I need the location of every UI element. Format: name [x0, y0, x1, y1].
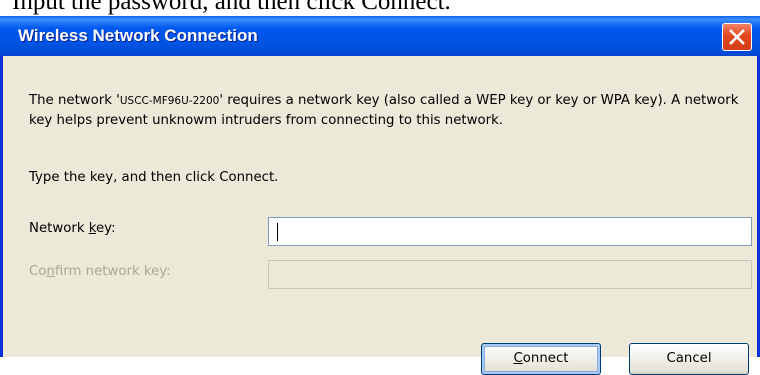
network-key-message: The network 'USCC-MF96U-2200' requires a…	[29, 91, 749, 130]
network-key-label-post: ey:	[95, 221, 116, 236]
close-button[interactable]	[722, 23, 752, 51]
confirm-key-label-accel: n	[46, 264, 55, 279]
text-caret	[277, 223, 278, 241]
network-key-input[interactable]	[269, 218, 751, 245]
caption-text: Input the password, and then click Conne…	[12, 0, 451, 15]
connect-label-accel: C	[513, 351, 523, 366]
confirm-key-label-pre: Co	[29, 264, 47, 279]
instruction-text: Type the key, and then click Connect.	[29, 170, 279, 185]
page-caption: Input the password, and then click Conne…	[0, 0, 760, 16]
message-prefix: The network '	[29, 93, 120, 108]
confirm-key-label: Confirm network key:	[29, 264, 171, 279]
window-title: Wireless Network Connection	[18, 26, 258, 45]
network-key-field[interactable]	[268, 217, 752, 246]
confirm-key-field	[268, 260, 752, 289]
network-key-label-accel: k	[88, 221, 96, 236]
confirm-key-label-post: firm network key:	[54, 264, 171, 279]
cancel-button[interactable]: Cancel	[629, 343, 749, 375]
wireless-network-dialog: Wireless Network Connection The network …	[0, 16, 760, 375]
connect-label-rest: onnect	[522, 351, 569, 366]
dialog-body: The network 'USCC-MF96U-2200' requires a…	[3, 56, 757, 375]
confirm-key-input	[269, 261, 751, 288]
close-icon	[729, 29, 745, 45]
network-ssid: USCC-MF96U-2200	[119, 95, 220, 107]
title-bar[interactable]: Wireless Network Connection	[0, 16, 760, 56]
network-key-label: Network key:	[29, 221, 116, 236]
connect-button[interactable]: Connect	[481, 343, 601, 375]
network-key-label-pre: Network	[29, 221, 89, 236]
